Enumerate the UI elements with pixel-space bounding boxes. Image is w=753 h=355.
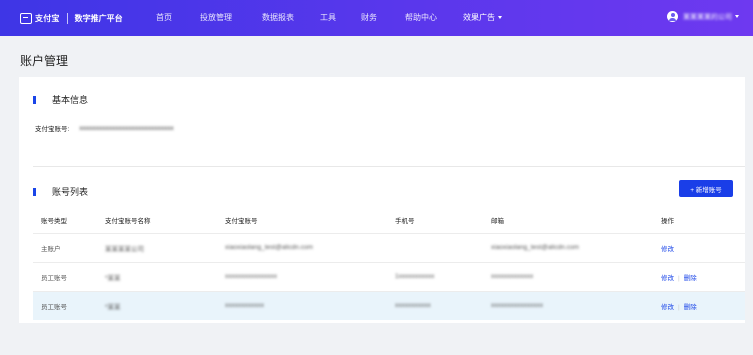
section-divider <box>33 166 745 167</box>
cell-type: 员工账号 <box>41 274 67 282</box>
section-marker <box>33 95 36 104</box>
logo-text: 支付宝 <box>35 13 60 23</box>
page-title: 账户管理 <box>20 54 69 68</box>
platform-name: 数字推广平台 <box>74 13 123 23</box>
table-row: 员工账号 *某某 xxxxxxxxxxxx xxxxxxxxxxx xxxxxx… <box>33 291 745 320</box>
table-header-row: 账号类型 支付宝账号名称 支付宝账号 手机号 邮箱 操作 <box>33 207 745 233</box>
cell-phone: 1xxxxxxxxxxx <box>395 273 435 280</box>
cell-type: 主账户 <box>41 245 61 253</box>
brand-divider <box>66 12 68 24</box>
table-row: 员工账号 *某某 xxxxxxxxxxxxxxxx 1xxxxxxxxxxx x… <box>33 262 745 291</box>
col-account-name: 支付宝账号名称 <box>105 217 151 225</box>
brand[interactable]: 支付宝 数字推广平台 <box>20 12 123 24</box>
alipay-account-row: 支付宝账号: xxxxxxxxxxxxxxxxxxxxxxxxxxxxx <box>35 123 174 134</box>
account-table: 账号类型 支付宝账号名称 支付宝账号 手机号 邮箱 操作 主账户 某某某某公司 … <box>33 207 745 320</box>
nav-campaign-management[interactable]: 投放管理 <box>200 12 232 23</box>
caret-down-icon <box>498 16 502 20</box>
cell-phone <box>387 233 483 262</box>
cell-email: xxxxxxxxxxxxxxxx <box>491 302 543 310</box>
user-avatar-icon <box>667 11 678 22</box>
nav-home[interactable]: 首页 <box>156 12 172 23</box>
nav-finance[interactable]: 财务 <box>361 12 377 23</box>
add-account-button[interactable]: + 新增账号 <box>679 180 733 197</box>
alipay-account-label: 支付宝账号: <box>35 126 70 133</box>
edit-link[interactable]: 修改 <box>661 275 674 282</box>
nav-help-center[interactable]: 帮助中心 <box>405 12 437 23</box>
col-account-type: 账号类型 <box>41 217 67 225</box>
account-list-header: 账号列表 <box>33 185 88 198</box>
cell-actions: 修改 | 删除 <box>653 291 745 320</box>
cell-actions: 修改 | 删除 <box>653 262 745 291</box>
cell-account: xxxxxxxxxxxxxxxx <box>225 273 277 280</box>
cell-email: xxxxxxxxxxxxx <box>491 273 534 280</box>
col-alipay-account: 支付宝账号 <box>225 217 258 225</box>
nav-performance-ads[interactable]: 效果广告 <box>463 12 502 23</box>
caret-down-icon <box>735 15 739 18</box>
cell-email: xiaoxiaolang_test@alicdn.com <box>491 244 579 251</box>
cell-name: *某某 <box>105 274 121 282</box>
nav-tools[interactable]: 工具 <box>320 12 336 23</box>
col-actions: 操作 <box>661 217 674 225</box>
cell-actions: 修改 <box>653 233 745 262</box>
user-menu[interactable]: 某某某某的公司 <box>667 11 739 22</box>
table-row: 主账户 某某某某公司 xiaoxiaolang_test@alicdn.com … <box>33 233 745 262</box>
cell-phone: xxxxxxxxxxx <box>395 302 431 310</box>
edit-link[interactable]: 修改 <box>661 304 674 311</box>
cell-name: 某某某某公司 <box>105 245 144 253</box>
alipay-logo-icon <box>20 12 32 24</box>
action-divider: | <box>678 274 680 282</box>
cell-type: 员工账号 <box>41 303 67 311</box>
delete-link[interactable]: 删除 <box>684 275 697 282</box>
account-list-title: 账号列表 <box>52 187 89 197</box>
delete-link[interactable]: 删除 <box>684 304 697 311</box>
nav-data-reports[interactable]: 数据报表 <box>262 12 294 23</box>
basic-info-header: 基本信息 <box>33 93 88 106</box>
cell-account: xxxxxxxxxxxx <box>225 302 264 310</box>
col-email: 邮箱 <box>491 217 504 225</box>
top-nav-bar: 支付宝 数字推广平台 首页 投放管理 数据报表 工具 财务 帮助中心 效果广告 … <box>0 0 753 36</box>
nav-performance-ads-label: 效果广告 <box>463 13 495 22</box>
user-name: 某某某某的公司 <box>683 13 732 21</box>
alipay-account-value: xxxxxxxxxxxxxxxxxxxxxxxxxxxxx <box>79 124 174 132</box>
cell-account: xiaoxiaolang_test@alicdn.com <box>225 244 313 251</box>
account-card: 基本信息 支付宝账号: xxxxxxxxxxxxxxxxxxxxxxxxxxxx… <box>19 77 745 323</box>
action-divider: | <box>678 303 680 311</box>
basic-info-title: 基本信息 <box>52 95 89 105</box>
col-phone: 手机号 <box>395 217 415 225</box>
section-marker <box>33 187 36 196</box>
edit-link[interactable]: 修改 <box>661 246 674 253</box>
cell-name: *某某 <box>105 303 121 311</box>
